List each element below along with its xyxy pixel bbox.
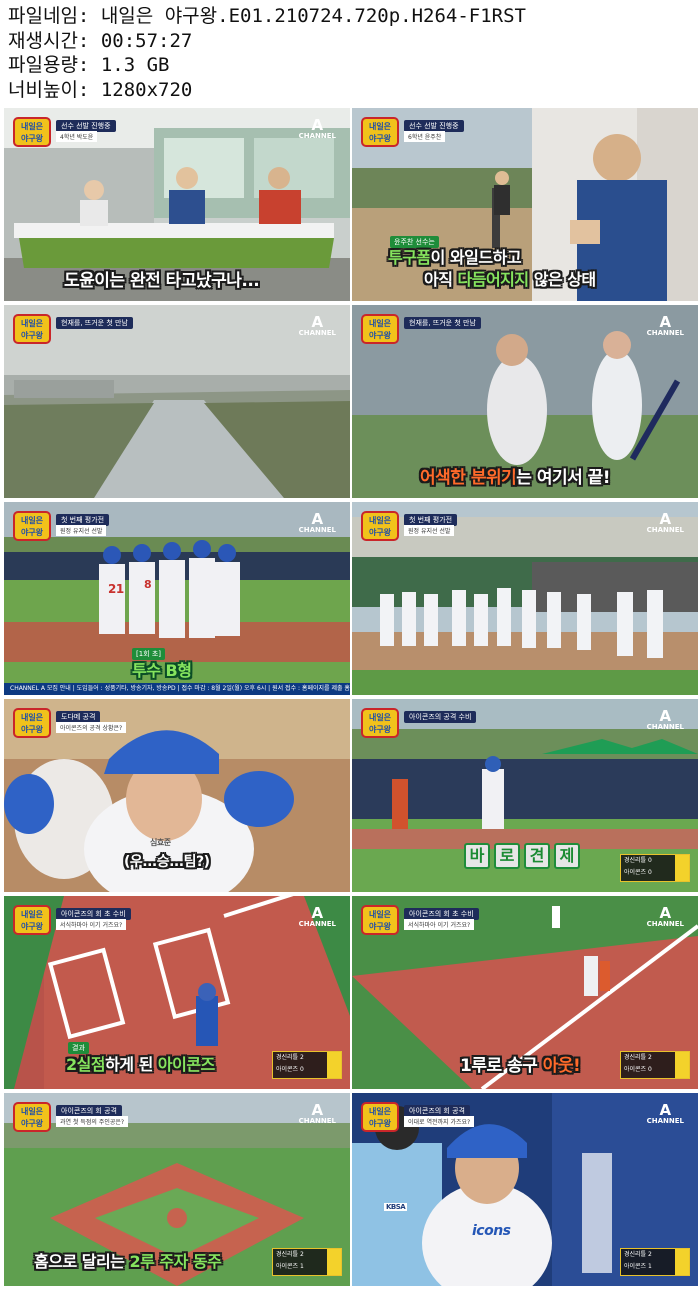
channel-a-logo: A CHANNEL — [298, 510, 336, 535]
filename-value: 내일은 야구왕.E01.210724.720p.H264-F1RST — [100, 5, 526, 27]
thumb1-caption: 도윤이는 완전 타고났구나... — [64, 271, 260, 291]
show-logo: 내일은 야구왕 — [13, 1102, 51, 1132]
thumb10-tag2: 서식하마아 이기 거즈요? — [404, 919, 475, 930]
thumb5-jersey-number-2: 8 — [144, 578, 152, 591]
thumbnail-6: 내일은 야구왕 첫 번째 평가전 원정 유지선 선발 A CHANNEL — [352, 502, 698, 695]
thumb5-jersey-number: 21 — [108, 582, 124, 596]
filesize-value: 1.3 GB — [100, 54, 170, 76]
show-logo: 내일은 야구왕 — [361, 511, 399, 541]
umpire-badge: KBSA — [384, 1203, 408, 1211]
show-logo: 내일은 야구왕 — [361, 117, 399, 147]
thumbnail-4: 내일은 야구왕 현재를, 뜨거운 첫 만남 A CHANNEL 어색한 분위기는 여… — [352, 305, 698, 498]
thumb5-tag2: 원정 유지선 선발 — [56, 525, 107, 536]
channel-a-logo: A CHANNEL — [298, 904, 336, 929]
scoreboard: 경신리틀 2 아이콘즈 0 — [620, 1051, 690, 1079]
channel-a-logo: A CHANNEL — [646, 510, 684, 535]
thumb2-tag2: 6학년 윤주찬 — [404, 131, 446, 142]
show-logo: 내일은 야구왕 — [361, 314, 399, 344]
thumb5-news-ticker: CHANNEL A 모집 안내 | 도입들어 : 성품기타, 방송기자, 방송P… — [4, 683, 350, 695]
thumbnail-5: 내일은 야구왕 첫 번째 평가전 원정 유지선 선발 21 8 A CHANNEL … — [4, 502, 350, 695]
thumb5-caption: 투수 B형 — [132, 661, 192, 680]
scoreboard: 경신리틀 2 아이콘즈 1 — [620, 1248, 690, 1276]
filesize-label: 파일용량: — [8, 54, 90, 76]
thumb9-tag2: 서식하마아 이기 거즈요? — [56, 919, 127, 930]
thumbnail-12: 내일은 야구왕 아이콘즈의 회 공격 이대로 역전까지 가즈요? A CHANNEL… — [352, 1093, 698, 1286]
thumb6-tag2: 원정 유지선 선발 — [404, 525, 455, 536]
thumb4-tag: 현재를, 뜨거운 첫 만남 — [404, 317, 481, 329]
file-info-block: 파일네임: 내일은 야구왕.E01.210724.720p.H264-F1RST… — [8, 4, 526, 102]
thumbnail-11: 내일은 야구왕 아이콘즈의 회 공격 과연 첫 득점의 주인공은? A CHANNE… — [4, 1093, 350, 1286]
thumbnail-7: 내일은 야구왕 도다메 공격 아이콘즈의 공격 상황은? 심효준 (우...승..… — [4, 699, 350, 892]
filename-line: 파일네임: 내일은 야구왕.E01.210724.720p.H264-F1RST — [8, 4, 526, 29]
channel-a-logo: A CHANNEL — [646, 1101, 684, 1126]
scoreboard: 경신리틀 2 아이콘즈 0 — [272, 1051, 342, 1079]
thumb1-tag2: 4학년 박도윤 — [56, 131, 98, 142]
thumb8-tag: 아이콘즈의 공격 수비 — [404, 711, 477, 723]
thumbnail-3: 내일은 야구왕 현재를, 뜨거운 첫 만남 A CHANNEL — [4, 305, 350, 498]
channel-a-logo: A CHANNEL — [646, 904, 684, 929]
jersey-logo-text: icons — [472, 1223, 511, 1239]
thumb2-caption-line2: 아직 다듬어지지 않은 상태 — [424, 270, 596, 289]
show-logo: 내일은 야구왕 — [361, 708, 399, 738]
thumb7-tag2: 아이콘즈의 공격 상황은? — [56, 722, 127, 733]
thumb10-caption: 1루로 송구 아웃! — [460, 1056, 581, 1076]
thumb11-caption: 홈으로 달리는 2루 주자 동주 — [34, 1252, 222, 1271]
caption-tile: 견 — [524, 843, 550, 869]
thumb3-tag: 현재를, 뜨거운 첫 만남 — [56, 317, 133, 329]
resolution-label: 너비높이: — [8, 78, 90, 101]
duration-line: 재생시간: 00:57:27 — [8, 29, 526, 54]
channel-a-logo: A CHANNEL — [298, 313, 336, 338]
caption-tile: 제 — [554, 843, 580, 869]
thumb7-caption: (우...승...팀?) — [124, 854, 210, 870]
scoreboard: 경신리틀 2 아이콘즈 1 — [272, 1248, 342, 1276]
channel-a-logo: A CHANNEL — [298, 1101, 336, 1126]
thumb9-caption: 2실점하게 된 아이콘즈 — [66, 1055, 215, 1074]
show-logo: 내일은 야구왕 — [13, 117, 51, 147]
caption-tile: 바 — [464, 843, 490, 869]
scoreboard: 경신리틀 0 아이콘즈 0 — [620, 854, 690, 882]
thumbnail-8: 내일은 야구왕 아이콘즈의 공격 수비 A CHANNEL 바로견제 경신리틀 0 … — [352, 699, 698, 892]
duration-value: 00:57:27 — [100, 29, 193, 52]
thumb11-tag2: 과연 첫 득점의 주인공은? — [56, 1116, 129, 1127]
show-logo: 내일은 야구왕 — [13, 314, 51, 344]
thumb8-tile-caption: 바로견제 — [464, 843, 584, 869]
thumb2-caption-line1: 투구폼이 와일드하고 — [388, 248, 522, 267]
show-logo: 내일은 야구왕 — [13, 708, 51, 738]
channel-a-logo: A CHANNEL — [298, 116, 336, 141]
thumbnail-1: 내일은 야구왕 선수 선발 진행중 4학년 박도윤 A CHANNEL 도윤이는 완… — [4, 108, 350, 301]
caption-tile: 로 — [494, 843, 520, 869]
thumb12-tag2: 이대로 역전까지 가즈요? — [404, 1116, 475, 1127]
show-logo: 내일은 야구왕 — [361, 1102, 399, 1132]
resolution-line: 너비높이: 1280x720 — [8, 78, 526, 103]
thumbnail-2: 내일은 야구왕 선수 선발 진행중 6학년 윤주찬 윤주찬 선수는 투구폼이 와일… — [352, 108, 698, 301]
show-logo: 내일은 야구왕 — [13, 511, 51, 541]
duration-label: 재생시간: — [8, 29, 90, 52]
filesize-line: 파일용량: 1.3 GB — [8, 53, 526, 78]
channel-a-logo: A CHANNEL — [646, 707, 684, 732]
thumbnail-9: 내일은 야구왕 아이콘즈의 회 초 수비 서식하마아 이기 거즈요? A CHANN… — [4, 896, 350, 1089]
resolution-value: 1280x720 — [100, 78, 193, 101]
thumb7-player-name: 심효준 — [150, 838, 171, 847]
filename-label: 파일네임: — [8, 5, 90, 27]
show-logo: 내일은 야구왕 — [13, 905, 51, 935]
channel-a-logo: A CHANNEL — [646, 313, 684, 338]
thumbnail-10: 내일은 야구왕 아이콘즈의 회 초 수비 서식하마아 이기 거즈요? A CHANN… — [352, 896, 698, 1089]
thumb4-caption: 어색한 분위기는 여기서 끝! — [420, 468, 611, 488]
show-logo: 내일은 야구왕 — [361, 905, 399, 935]
